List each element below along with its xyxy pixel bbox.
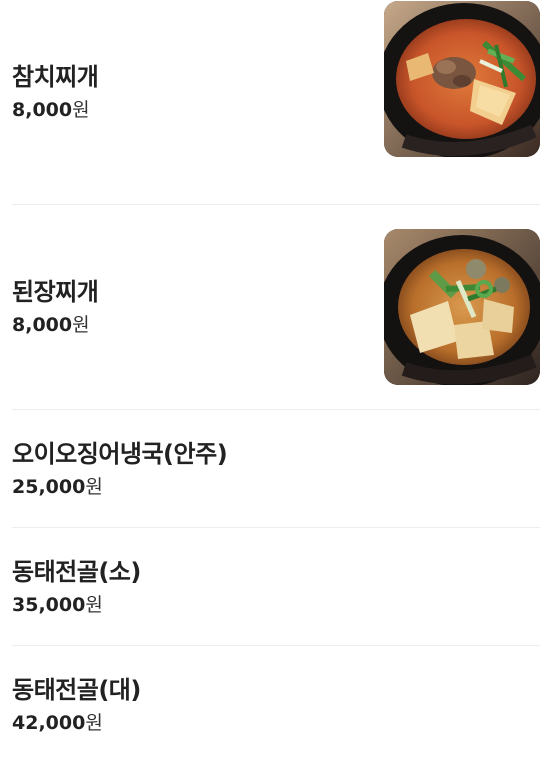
price-unit: 원 — [72, 99, 90, 121]
menu-item-tuna-stew[interactable]: 참치찌개 8,000원 — [12, 0, 540, 205]
menu-item-pollack-hotpot-large[interactable]: 동태전골(대) 42,000원 — [12, 646, 540, 764]
soybean-stew-photo[interactable] — [384, 229, 540, 385]
menu-item-soybean-stew[interactable]: 된장찌개 8,000원 — [12, 205, 540, 410]
menu-item-name: 참치찌개 — [12, 63, 99, 91]
price-unit: 원 — [85, 712, 103, 734]
price-unit: 원 — [72, 314, 90, 336]
price-value: 42,000 — [12, 712, 86, 734]
menu-item-price: 8,000원 — [12, 312, 98, 338]
menu-item-cucumber-squid-soup[interactable]: 오이오징어냉국(안주) 25,000원 — [12, 410, 540, 528]
price-unit: 원 — [85, 475, 103, 498]
menu-item-info: 참치찌개 8,000원 — [12, 61, 99, 123]
menu-item-name: 오이오징어냉국(안주) — [12, 439, 228, 468]
price-value: 8,000 — [12, 99, 73, 121]
soybean-stew-photo-image — [384, 229, 540, 385]
menu-item-price: 35,000원 — [12, 592, 141, 618]
menu-item-name: 된장찌개 — [12, 278, 99, 306]
menu-item-price: 8,000원 — [12, 97, 98, 123]
price-value: 25,000 — [12, 475, 86, 498]
menu-item-price: 42,000원 — [12, 710, 141, 736]
price-value: 35,000 — [12, 593, 86, 616]
menu-item-name: 동태전골(대) — [12, 676, 141, 704]
menu-item-info: 동태전골(대) 42,000원 — [12, 674, 141, 736]
price-unit: 원 — [85, 593, 103, 616]
menu-item-price: 25,000원 — [12, 474, 227, 500]
menu-list: 참치찌개 8,000원 된장찌개 8,000원 오이오징어냉국(안주) 25,0… — [0, 0, 552, 764]
menu-item-info: 동태전골(소) 35,000원 — [12, 556, 141, 618]
tuna-stew-photo-image — [384, 1, 540, 157]
menu-item-name: 동태전골(소) — [12, 557, 141, 586]
tuna-stew-photo[interactable] — [384, 1, 540, 157]
menu-item-pollack-hotpot-small[interactable]: 동태전골(소) 35,000원 — [12, 528, 540, 646]
menu-item-info: 오이오징어냉국(안주) 25,000원 — [12, 438, 228, 500]
menu-item-info: 된장찌개 8,000원 — [12, 276, 99, 338]
price-value: 8,000 — [12, 314, 73, 336]
